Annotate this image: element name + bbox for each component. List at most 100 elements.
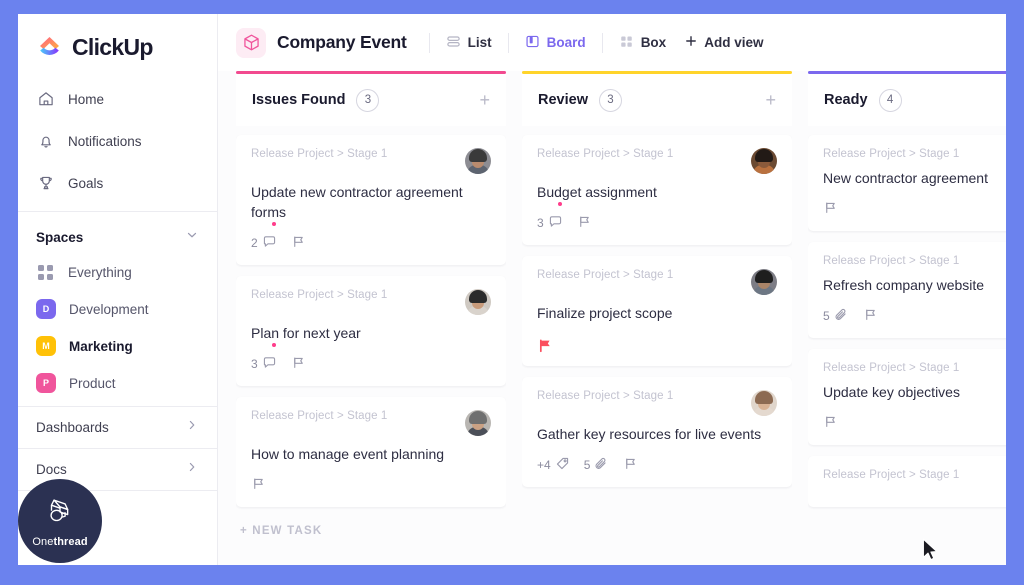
space-label: Marketing xyxy=(69,338,133,354)
sidebar-item-dashboards[interactable]: Dashboards xyxy=(18,406,217,448)
divider xyxy=(507,32,509,53)
new-task-button[interactable]: + NEW TASK xyxy=(236,518,506,537)
space-label: Product xyxy=(69,375,116,391)
attachment-count[interactable]: 5 xyxy=(823,307,849,325)
tab-board[interactable]: Board xyxy=(521,30,590,56)
task-card[interactable]: Release Project > Stage 1 Gather key res… xyxy=(522,376,792,487)
column-count-badge: 3 xyxy=(598,88,622,112)
flag-button[interactable] xyxy=(823,200,838,218)
sidebar-item-goals[interactable]: Goals xyxy=(36,167,217,199)
brand-logo[interactable]: ClickUp xyxy=(18,14,217,61)
board-column-review: Review 3 + Release Project > Stage 1 Bud… xyxy=(522,71,792,565)
add-view-label: Add view xyxy=(704,35,764,50)
task-title: Budget assignment xyxy=(537,184,657,200)
sidebar-item-label: Docs xyxy=(36,462,67,477)
page-title: Company Event xyxy=(277,32,407,52)
flag-button[interactable] xyxy=(577,214,592,232)
task-title: How to manage event planning xyxy=(251,445,445,462)
board-view-icon xyxy=(525,34,540,52)
task-meta xyxy=(823,415,1006,432)
task-breadcrumb: Release Project > Stage 1 xyxy=(823,254,960,267)
column-cards: Release Project > Stage 1 Budget assignm… xyxy=(522,126,792,565)
space-label: Everything xyxy=(68,264,132,280)
task-title: Update new contractor agreement forms xyxy=(251,184,463,220)
task-card[interactable]: Release Project > Stage 1 xyxy=(808,455,1006,507)
task-card[interactable]: Release Project > Stage 1 Budget assignm… xyxy=(522,135,792,245)
flag-icon xyxy=(823,200,838,218)
task-breadcrumb: Release Project > Stage 1 xyxy=(537,148,674,160)
task-title: Plan for next year xyxy=(251,324,361,341)
box-view-icon xyxy=(619,34,634,52)
flag-icon xyxy=(823,414,838,432)
task-meta: 3 xyxy=(537,202,777,232)
divider xyxy=(601,32,603,53)
task-title: Finalize project scope xyxy=(537,304,673,321)
sidebar-item-label: Goals xyxy=(68,175,104,191)
tab-box[interactable]: Box xyxy=(615,30,671,56)
comment-icon xyxy=(262,222,277,252)
task-meta: +4 5 xyxy=(537,457,777,474)
task-breadcrumb: Release Project > Stage 1 xyxy=(537,389,674,402)
sidebar-item-home[interactable]: Home xyxy=(36,83,217,115)
sidebar-item-marketing[interactable]: M Marketing xyxy=(18,331,217,361)
comment-count[interactable]: 3 xyxy=(251,343,277,373)
space-chip-development: D xyxy=(36,299,56,319)
flag-icon xyxy=(251,476,266,494)
chevron-down-icon[interactable] xyxy=(185,228,199,247)
sidebar-item-development[interactable]: D Development xyxy=(18,294,217,324)
column-title: Review xyxy=(538,92,588,108)
tag-count-value: +4 xyxy=(537,458,551,473)
task-breadcrumb: Release Project > Stage 1 xyxy=(251,148,388,160)
task-meta xyxy=(537,336,777,353)
flag-button[interactable] xyxy=(537,337,552,352)
chevron-right-icon xyxy=(185,418,199,437)
sidebar-item-product[interactable]: P Product xyxy=(18,368,217,398)
task-card[interactable]: Release Project > Stage 1 New contractor… xyxy=(808,135,1006,231)
task-card[interactable]: Release Project > Stage 1 How to manage … xyxy=(236,396,506,507)
task-card[interactable]: Release Project > Stage 1 Update new con… xyxy=(236,135,506,265)
flag-icon xyxy=(577,214,592,232)
spaces-header-label: Spaces xyxy=(36,230,84,245)
task-meta xyxy=(251,477,491,494)
task-card[interactable]: Release Project > Stage 1 Plan for next … xyxy=(236,275,506,386)
task-card[interactable]: Release Project > Stage 1 Refresh compan… xyxy=(808,241,1006,338)
flag-button[interactable] xyxy=(251,476,266,494)
sidebar-footer-nav: Dashboards Docs xyxy=(18,406,217,491)
space-chip-marketing: M xyxy=(36,336,56,356)
avatar xyxy=(465,409,491,436)
add-task-plus-icon[interactable]: + xyxy=(765,91,776,109)
flag-button[interactable] xyxy=(863,307,878,325)
tab-list[interactable]: List xyxy=(442,30,496,56)
flag-button[interactable] xyxy=(823,414,838,432)
task-meta: 3 xyxy=(251,343,491,373)
divider xyxy=(428,32,430,53)
flag-button[interactable] xyxy=(291,234,306,252)
sidebar-item-everything[interactable]: Everything xyxy=(18,257,217,287)
add-task-plus-icon[interactable]: + xyxy=(479,91,490,109)
task-card[interactable]: Release Project > Stage 1 Update key obj… xyxy=(808,348,1006,445)
task-breadcrumb: Release Project > Stage 1 xyxy=(823,361,960,374)
tag-count[interactable]: +4 xyxy=(537,456,570,474)
spaces-header[interactable]: Spaces xyxy=(18,212,217,257)
space-label: Development xyxy=(69,301,149,317)
task-meta: 5 xyxy=(823,308,1006,325)
add-view-button[interactable]: Add view xyxy=(684,34,763,51)
flag-button[interactable] xyxy=(291,355,306,373)
task-title: New contractor agreement xyxy=(823,170,988,186)
column-header: Ready 4 + xyxy=(808,74,1006,126)
primary-nav: Home Notifications Goals xyxy=(18,83,217,199)
column-title: Issues Found xyxy=(252,92,346,108)
task-card[interactable]: Release Project > Stage 1 Finalize proje… xyxy=(522,255,792,366)
tab-label: Box xyxy=(640,35,667,50)
sidebar-item-notifications[interactable]: Notifications xyxy=(36,125,217,157)
kanban-board: Issues Found 3 + Release Project > Stage… xyxy=(218,71,1006,565)
avatar xyxy=(751,268,777,295)
comment-count[interactable]: 2 xyxy=(251,222,277,252)
comment-icon xyxy=(262,343,277,373)
flag-button[interactable] xyxy=(623,456,638,474)
comment-count-value: 2 xyxy=(251,236,258,251)
attachment-count[interactable]: 5 xyxy=(584,456,610,474)
comment-count[interactable]: 3 xyxy=(537,202,563,232)
column-title: Ready xyxy=(824,92,868,108)
task-breadcrumb: Release Project > Stage 1 xyxy=(823,468,960,481)
